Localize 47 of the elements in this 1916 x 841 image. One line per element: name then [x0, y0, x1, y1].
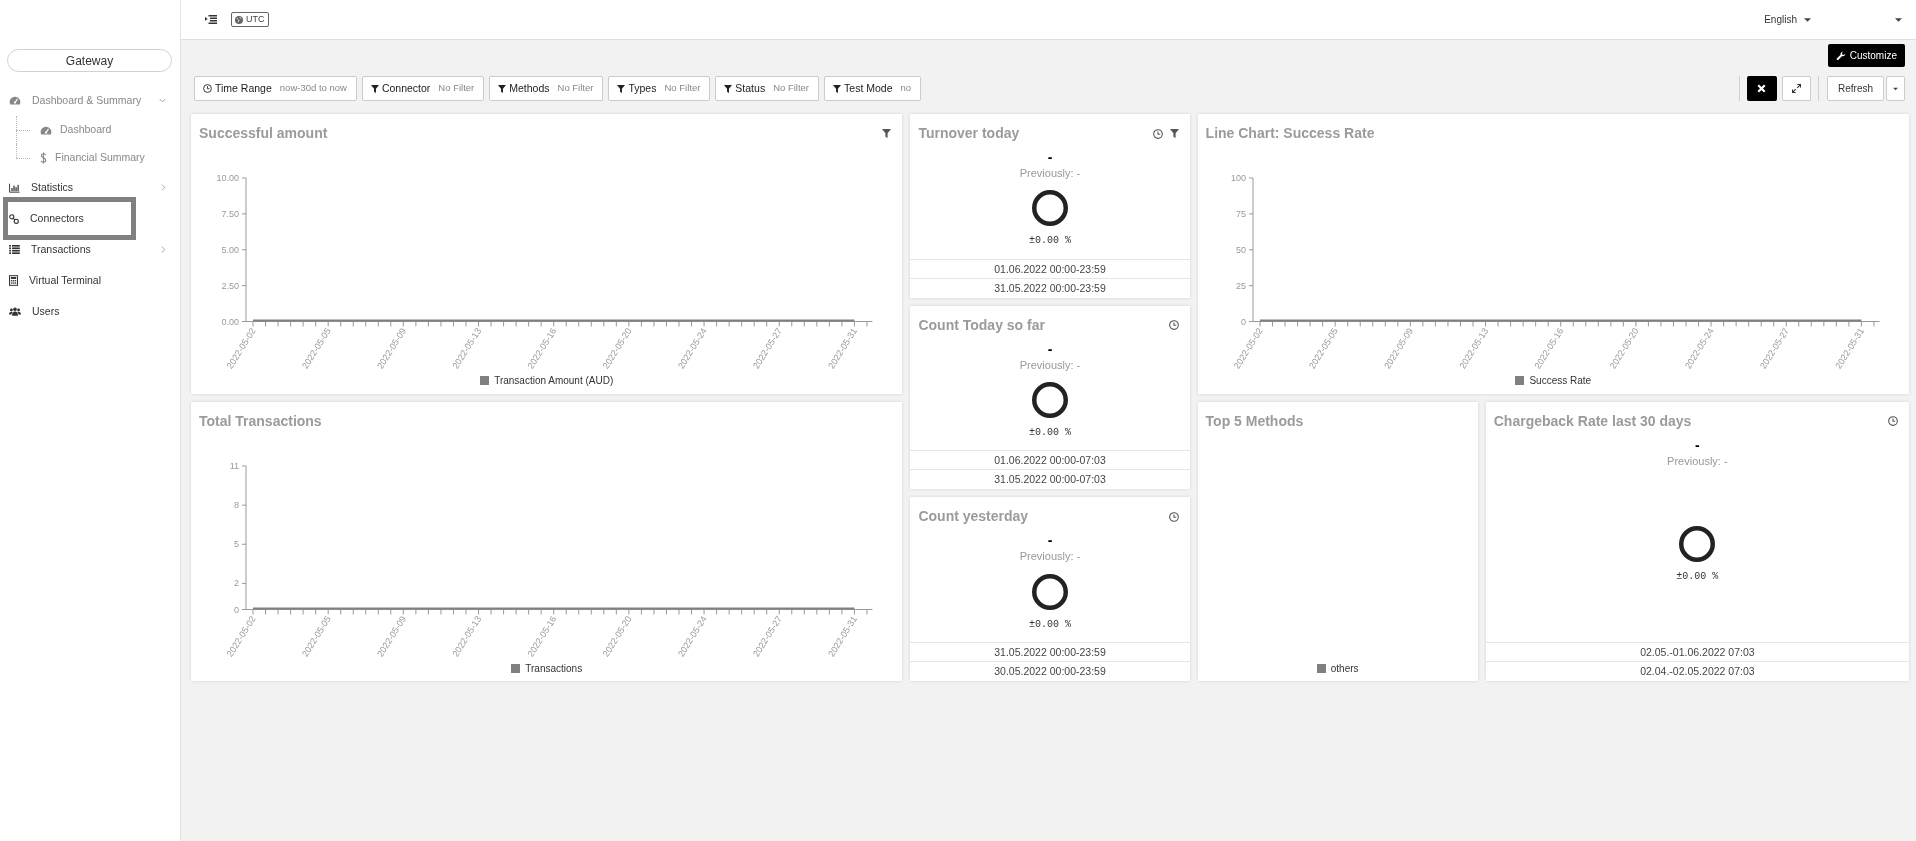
kpi-value: -: [1047, 341, 1053, 356]
previous-value-label: Previously: -: [1019, 357, 1081, 372]
y-axis-label: 5.00: [221, 244, 239, 255]
period-label: 30.05.2022 00:00-23:59: [910, 661, 1190, 680]
y-axis-label: 0.00: [221, 316, 239, 327]
period-label: 31.05.2022 00:00-23:59: [910, 277, 1190, 297]
y-axis-label: 50: [1235, 244, 1246, 255]
y-axis-label: 25: [1235, 280, 1246, 291]
panel-title: Top 5 Methods: [1205, 411, 1305, 431]
legend-label: Transaction Amount (AUD): [494, 374, 614, 388]
y-axis-label: 2.50: [221, 280, 239, 291]
legend-label: Transactions: [525, 661, 583, 676]
legend-label: others: [1330, 661, 1359, 676]
panel-title: Chargeback Rate last 30 days: [1493, 411, 1693, 431]
y-axis-label: 0: [234, 604, 239, 614]
y-axis-label: 5: [234, 538, 239, 549]
period-label: 31.05.2022 00:00-07:03: [910, 469, 1190, 489]
kpi-value: -: [1695, 437, 1700, 452]
period-label: 01.06.2022 00:00-23:59: [910, 258, 1190, 278]
change-percent: ±0.00 %: [1676, 569, 1719, 584]
period-label: 01.06.2022 00:00-07:03: [910, 450, 1190, 470]
previous-value-label: Previously: -: [1019, 549, 1081, 564]
panel-title: Turnover today: [918, 124, 1021, 143]
kpi-value: -: [1047, 150, 1053, 164]
y-axis-label: 10.00: [216, 173, 239, 183]
panel-title: Line Chart: Success Rate: [1205, 124, 1376, 143]
previous-value-label: Previously: -: [1667, 453, 1728, 468]
period-label: 02.05.-01.06.2022 07:03: [1485, 642, 1909, 661]
change-percent: ±0.00 %: [1029, 426, 1071, 440]
y-axis-label: 75: [1235, 208, 1246, 219]
y-axis-label: 11: [229, 460, 239, 471]
change-percent: ±0.00 %: [1029, 617, 1071, 632]
panel-title: Total Transactions: [199, 411, 323, 431]
y-axis-label: 8: [234, 499, 239, 510]
kpi-value: -: [1047, 533, 1053, 548]
y-axis-label: 100: [1230, 173, 1246, 183]
previous-value-label: Previously: -: [1019, 166, 1081, 180]
panel-title: Count yesterday: [918, 507, 1030, 527]
legend-label: Success Rate: [1529, 374, 1592, 388]
change-percent: ±0.00 %: [1029, 234, 1071, 249]
period-label: 31.05.2022 00:00-23:59: [910, 642, 1190, 661]
y-axis-label: 2: [234, 577, 239, 588]
panel-title: Count Today so far: [918, 315, 1046, 335]
y-axis-label: 7.50: [221, 208, 239, 219]
y-axis-label: 0: [1240, 316, 1246, 327]
panel-title: Successful amount: [199, 124, 329, 143]
period-label: 02.04.-02.05.2022 07:03: [1485, 661, 1909, 680]
